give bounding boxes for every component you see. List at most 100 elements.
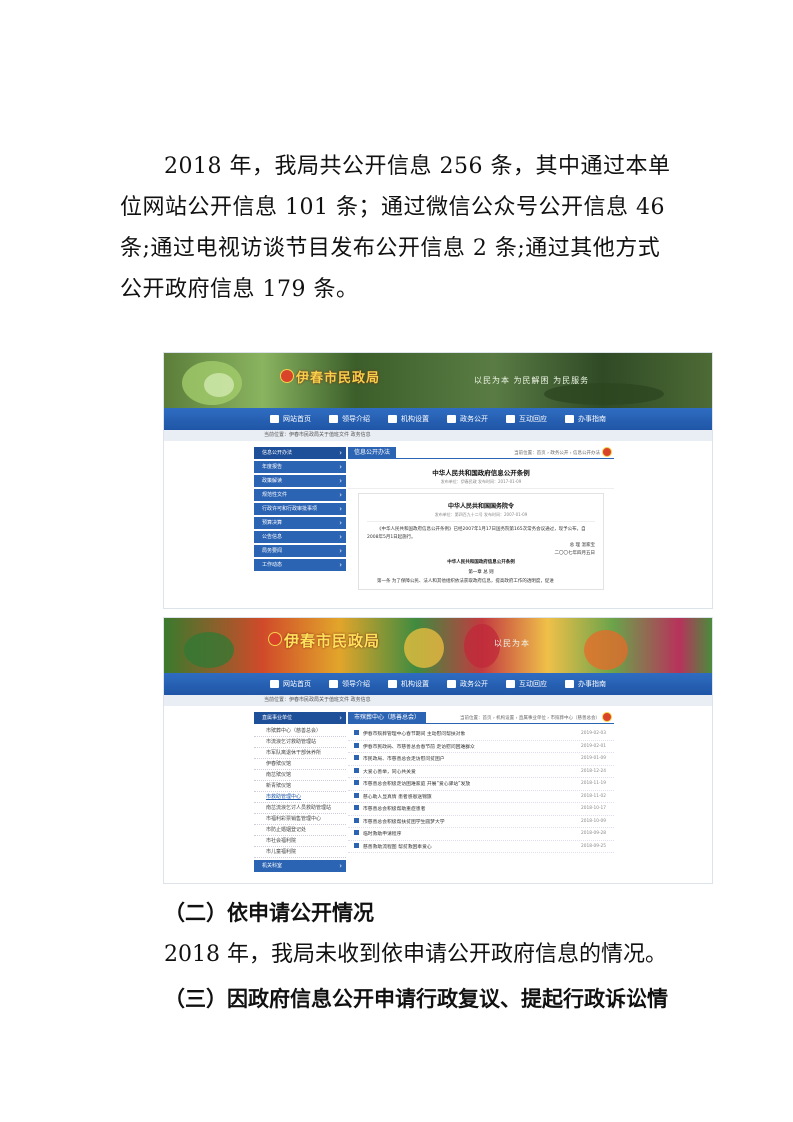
sidebar-subitem[interactable]: 南岔殡仪馆 (254, 770, 346, 781)
decree-signature: 总 理 温家宝 (569, 543, 595, 548)
list-item[interactable]: 市慈善总会积极帮助重症患者 2018-10-17 (348, 803, 614, 816)
nav-disclosure[interactable]: 政务公开 (447, 414, 488, 424)
list-item[interactable]: 伊春市殡葬管理中心春节期间 主动慰问帮扶对象 2019-02-03 (348, 728, 614, 741)
sidebar-item[interactable]: 信息公开办法 (254, 447, 346, 459)
sidebar-subitem[interactable]: 伊春殡仪馆 (254, 759, 346, 770)
decree-title: 中华人民共和国国务院令 (447, 503, 514, 510)
grid-icon (447, 680, 456, 688)
intro-paragraph: 2018 年，我局共公开信息 256 条，其中通过本单位网站公开信息 101 条… (120, 154, 671, 302)
sidebar-menu: 直属事业单位 市殡葬中心（慈善总会） 市流浪乞讨救助管理站 市军队离退休干部休养… (254, 712, 346, 874)
sidebar-item[interactable]: 局务要闻 (254, 545, 346, 557)
sidebar-subitem[interactable]: 市殡葬中心（慈善总会） (254, 726, 346, 737)
screenshot-info-disclosure: 伊春市民政局 以民为本 为民解困 为民服务 网站首页 领导介绍 机构设置 政务公… (163, 352, 713, 609)
list-item[interactable]: 临时救助申请程序 2018-09-28 (348, 828, 614, 841)
screenshot-funeral-center: 伊春市民政局 以民为本 网站首页 领导介绍 机构设置 政务公开 互动回应 办事指… (163, 617, 713, 884)
sidebar-item[interactable]: 工作动态 (254, 559, 346, 571)
sidebar-subitem[interactable]: 市社会福利院 (254, 836, 346, 847)
list-item[interactable]: 伊春市民政局、市慈善总会春节前 走访慰问困难群众 2019-02-01 (348, 741, 614, 753)
decree-box: 中华人民共和国国务院令 发布单位：第四百九十二号 发布时间：2007-01-09… (358, 493, 604, 590)
content-header: 市殡葬中心（慈善总会） 当前位置：首页 › 机构设置 › 直属事业单位 › 市殡… (348, 711, 614, 724)
folder-icon (565, 680, 574, 688)
sidebar-item[interactable]: 直属事业单位 (254, 712, 346, 724)
list-item[interactable]: 慈心助人显真情 患者感恩送锦旗 2018-11-02 (348, 791, 614, 803)
sidebar-subitem[interactable]: 市军队离退休干部休养所 (254, 748, 346, 759)
site-slogan: 以民为本 为民解困 为民服务 (474, 376, 590, 385)
sidebar-subitem[interactable]: 南岔流浪乞讨人员救助管理站 (254, 803, 346, 814)
nav-interaction[interactable]: 互动回应 (506, 679, 547, 689)
content-location: 当前位置：首页 › 政务公开 › 信息公开办法 (514, 450, 600, 456)
list-bullet-icon (354, 780, 359, 786)
nav-organization[interactable]: 机构设置 (388, 679, 429, 689)
list-bullet-icon (354, 817, 359, 823)
nav-organization[interactable]: 机构设置 (388, 414, 429, 424)
main-nav: 网站首页 领导介绍 机构设置 政务公开 互动回应 办事指南 (164, 408, 712, 430)
sidebar-item[interactable]: 年度报告 (254, 461, 346, 473)
flower-decoration (204, 373, 234, 397)
regulation-title: 中华人民共和国政府信息公开条例 (447, 560, 515, 565)
nav-home[interactable]: 网站首页 (270, 414, 311, 424)
sidebar-subitem[interactable]: 新青殡仪馆 (254, 781, 346, 792)
sidebar-subitem[interactable]: 市福利彩票销售管理中心 (254, 814, 346, 825)
list-bullet-icon (354, 767, 359, 773)
chat-icon (506, 415, 515, 423)
list-item[interactable]: 大爱心善举，同心共关爱 2018-12-24 (348, 766, 614, 778)
nav-leaders[interactable]: 领导介绍 (329, 414, 370, 424)
breadcrumb: 当前位置：伊春市民政局关于值班文件 政务信息 (164, 430, 712, 441)
nav-guide[interactable]: 办事指南 (565, 414, 606, 424)
list-bullet-icon (354, 830, 359, 836)
tree-decoration (184, 632, 234, 668)
pie-icon (388, 415, 397, 423)
nav-disclosure[interactable]: 政务公开 (447, 679, 488, 689)
content-header: 信息公开办法 当前位置：首页 › 政务公开 › 信息公开办法 (348, 446, 614, 459)
content-panel: 信息公开办法 当前位置：首页 › 政务公开 › 信息公开办法 中华人民共和国政府… (348, 446, 614, 608)
sidebar-subitem[interactable]: 市流浪乞讨救助管理站 (254, 737, 346, 748)
tree-decoration (584, 630, 628, 670)
pie-icon (388, 680, 397, 688)
content-panel: 市殡葬中心（慈善总会） 当前位置：首页 › 机构设置 › 直属事业单位 › 市殡… (348, 711, 614, 883)
home-icon (270, 680, 279, 688)
sidebar-item[interactable]: 预算决算 (254, 517, 346, 529)
document-icon (329, 415, 338, 423)
list-item[interactable]: 慈善救助流程图 帮贫救困奉爱心 2018-09-25 (348, 841, 614, 853)
content-tab: 市殡葬中心（慈善总会） (348, 711, 427, 724)
sidebar-subitem-selected[interactable]: 市救助管理中心 (254, 792, 346, 803)
sidebar-item[interactable]: 公告信息 (254, 531, 346, 543)
sidebar-item[interactable]: 行政许可和行政审批事项 (254, 503, 346, 515)
sidebar-item[interactable]: 政策解读 (254, 475, 346, 487)
tree-decoration (404, 628, 444, 668)
nav-leaders[interactable]: 领导介绍 (329, 679, 370, 689)
nav-interaction[interactable]: 互动回应 (506, 414, 547, 424)
list-bullet-icon (354, 805, 359, 811)
emblem-icon (280, 369, 294, 383)
chat-icon (506, 680, 515, 688)
chapter-title: 第一章 总 则 (468, 570, 494, 575)
nav-guide[interactable]: 办事指南 (565, 679, 606, 689)
site-banner: 伊春市民政局 以民为本 (164, 618, 712, 673)
list-item[interactable]: 市慈善总会积极帮扶贫困学生圆梦大学 2018-10-09 (348, 816, 614, 828)
content-location: 当前位置：首页 › 机构设置 › 直属事业单位 › 市殡葬中心（慈善总会） (460, 715, 600, 721)
doc-title: 中华人民共和国政府信息公开条例 (432, 469, 530, 477)
sidebar-subitem[interactable]: 市儿童福利院 (254, 847, 346, 858)
decree-body: 《中华人民共和国政府信息公开条例》已经2007年1月17日国务院第165次常务会… (367, 527, 586, 540)
sidebar-subitem[interactable]: 市防止婚姻登记处 (254, 825, 346, 836)
folder-icon (565, 415, 574, 423)
decree-meta: 发布单位：第四百九十二号 发布时间：2007-01-09 (367, 512, 595, 522)
list-item[interactable]: 市民政局、市慈善总会走访慰问贫困户 2019-01-09 (348, 753, 614, 766)
decree-date: 二〇〇七年四月五日 (554, 551, 596, 556)
list-bullet-icon (354, 742, 359, 748)
sidebar-item[interactable]: 规范性文件 (254, 489, 346, 501)
main-nav: 网站首页 领导介绍 机构设置 政务公开 互动回应 办事指南 (164, 673, 712, 695)
sidebar-item[interactable]: 机关科室 (254, 860, 346, 872)
list-item[interactable]: 市慈善总会积极走访困难家庭 开展“爱心驿站”发放 2018-11-19 (348, 778, 614, 791)
section-paragraph-2: 2018 年，我局未收到依申请公开政府信息的情况。 (164, 942, 667, 967)
nav-home[interactable]: 网站首页 (270, 679, 311, 689)
section-heading-2: （二）依申请公开情况 (164, 901, 374, 925)
grid-icon (447, 415, 456, 423)
breadcrumb: 当前位置：伊春市民政局关于值班文件 政务信息 (164, 695, 712, 706)
list-bullet-icon (354, 792, 359, 798)
article-text: 第一条 为了保障公民、法人和其他组织依法获取政府信息，提高政府工作的透明度，促进 (377, 579, 554, 584)
content-tab: 信息公开办法 (348, 446, 397, 459)
emblem-icon (602, 447, 612, 457)
home-icon (270, 415, 279, 423)
list-bullet-icon (354, 755, 359, 761)
